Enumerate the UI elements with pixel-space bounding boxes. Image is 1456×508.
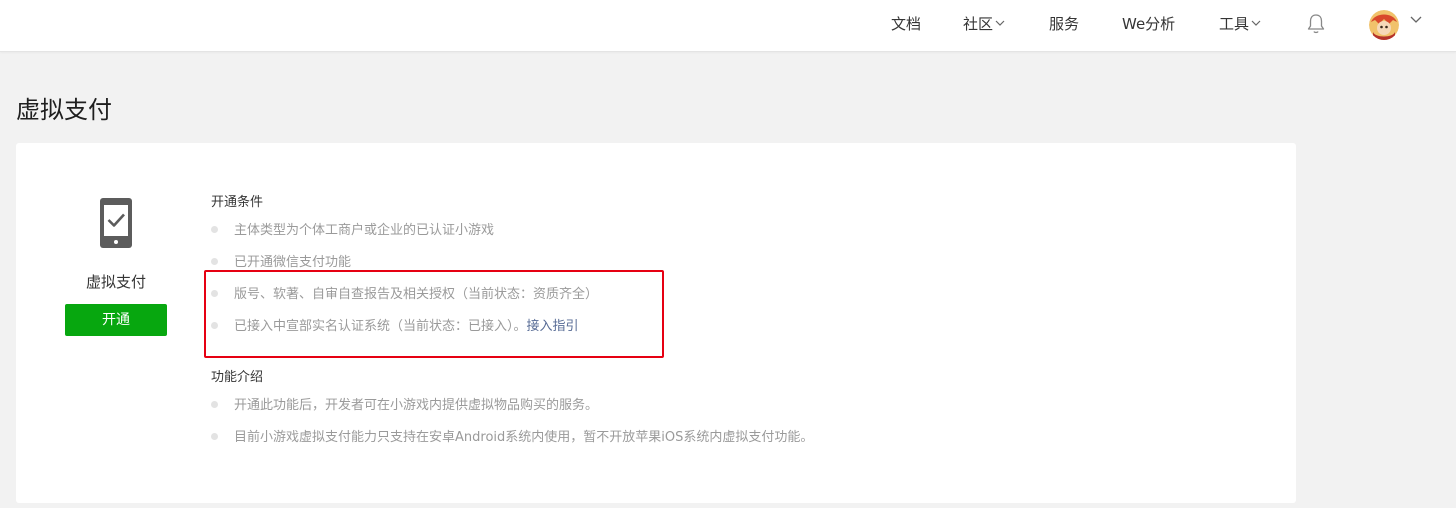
nav-community-label: 社区 [963,15,994,33]
intro-text: 开通此功能后，开发者可在小游戏内提供虚拟物品购买的服务。 [234,398,599,413]
nav-community[interactable]: 社区 [963,0,1005,52]
bell-icon[interactable] [1306,13,1326,35]
nav-docs[interactable]: 文档 [891,0,921,52]
intro-item: 开通此功能后，开发者可在小游戏内提供虚拟物品购买的服务。 [211,396,598,416]
chevron-down-icon[interactable] [1410,16,1422,24]
bullet-dot-icon [211,433,218,440]
top-navigation-bar: 文档 社区 服务 We分析 工具 [0,0,1456,52]
nav-we-analysis[interactable]: We分析 [1122,0,1175,52]
chevron-down-icon [995,20,1005,26]
nav-tools-label: 工具 [1219,15,1250,33]
avatar-image [1369,10,1399,40]
phone-check-icon [100,198,132,248]
intro-text: 目前小游戏虚拟支付能力只支持在安卓Android系统内使用，暂不开放苹果iOS系… [234,430,814,445]
nav-tools[interactable]: 工具 [1219,0,1261,52]
conditions-title: 开通条件 [211,195,264,210]
chevron-down-icon [1251,20,1261,26]
condition-text: 主体类型为个体工商户或企业的已认证小游戏 [234,223,495,238]
condition-item: 主体类型为个体工商户或企业的已认证小游戏 [211,221,494,241]
highlight-annotation-box [204,270,664,358]
page-title: 虚拟支付 [16,96,112,124]
intro-item: 目前小游戏虚拟支付能力只支持在安卓Android系统内使用，暂不开放苹果iOS系… [211,428,813,448]
bullet-dot-icon [211,401,218,408]
condition-text: 已开通微信支付功能 [234,255,352,270]
enable-button[interactable]: 开通 [65,304,167,336]
bullet-dot-icon [211,258,218,265]
user-avatar[interactable] [1369,10,1399,40]
nav-services[interactable]: 服务 [1049,0,1079,52]
feature-name: 虚拟支付 [85,273,146,291]
virtual-payment-card: 虚拟支付 开通 开通条件 主体类型为个体工商户或企业的已认证小游戏 已开通微信支… [16,143,1296,503]
intro-title: 功能介绍 [211,370,264,385]
bullet-dot-icon [211,226,218,233]
